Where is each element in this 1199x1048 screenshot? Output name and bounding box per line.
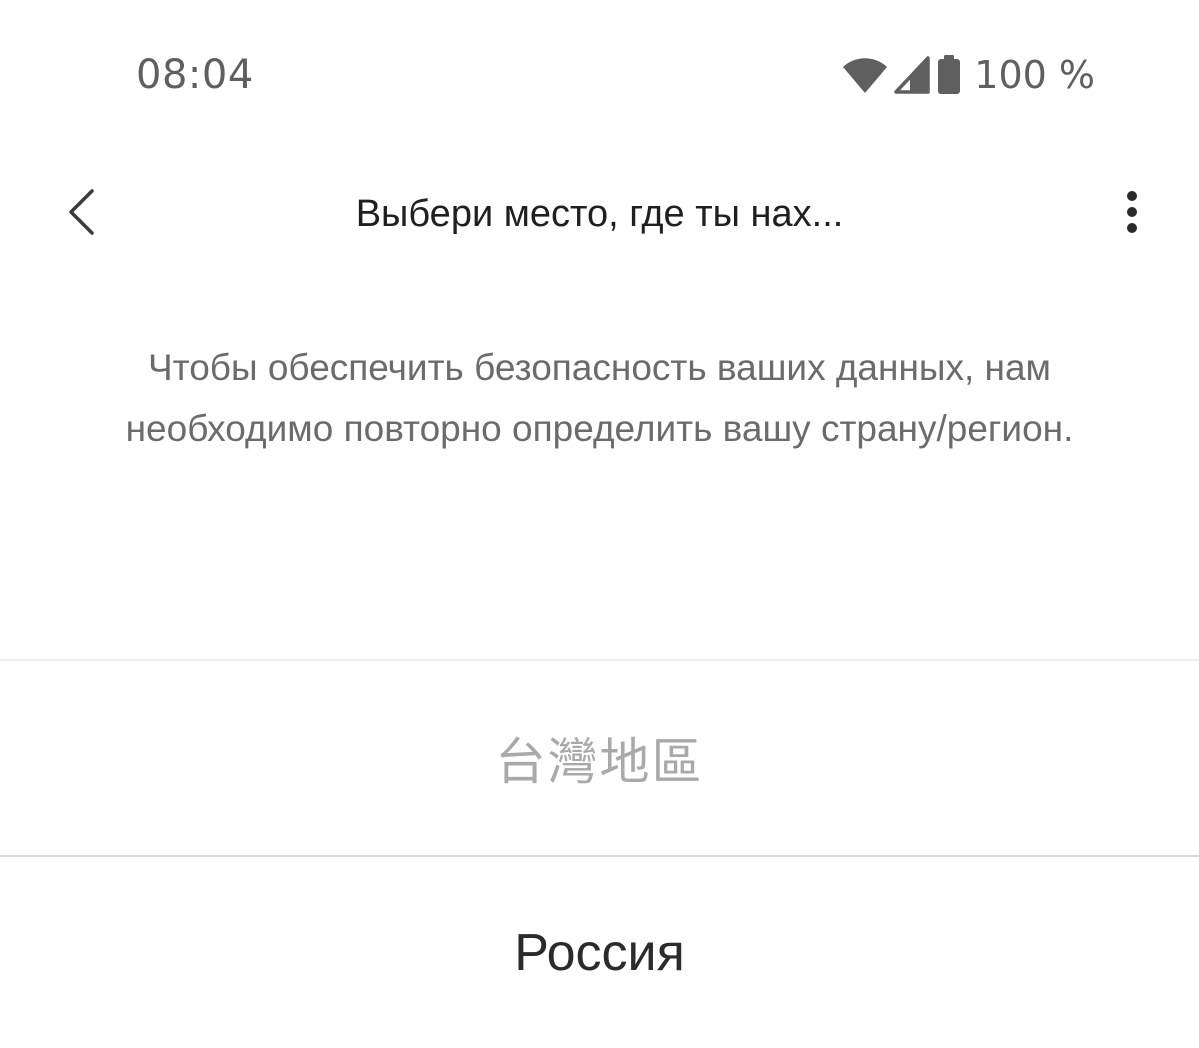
region-option-label: 台灣地區 [495,733,704,791]
cell-signal-icon [894,55,931,95]
back-button[interactable] [54,182,110,246]
more-options-button[interactable] [1110,184,1154,244]
description-text: Чтобы обеспечить безопасность ваших данн… [125,347,1074,449]
region-option-russia[interactable]: Россия [0,857,1199,1048]
status-icons: 100 % [842,52,1095,98]
region-option-taiwan[interactable]: 台灣地區 [0,661,1199,855]
wifi-icon [842,55,888,95]
status-time: 08:04 [136,52,254,98]
screen: 08:04 100 % Выбери место, где ты нах... … [0,0,1199,1048]
more-vert-icon [1125,190,1139,239]
battery-icon [936,55,962,95]
chevron-left-icon [65,187,99,242]
battery-percent: 100 % [974,53,1095,97]
region-option-label: Россия [514,923,685,982]
page-title: Выбери место, где ты нах... [355,193,844,235]
